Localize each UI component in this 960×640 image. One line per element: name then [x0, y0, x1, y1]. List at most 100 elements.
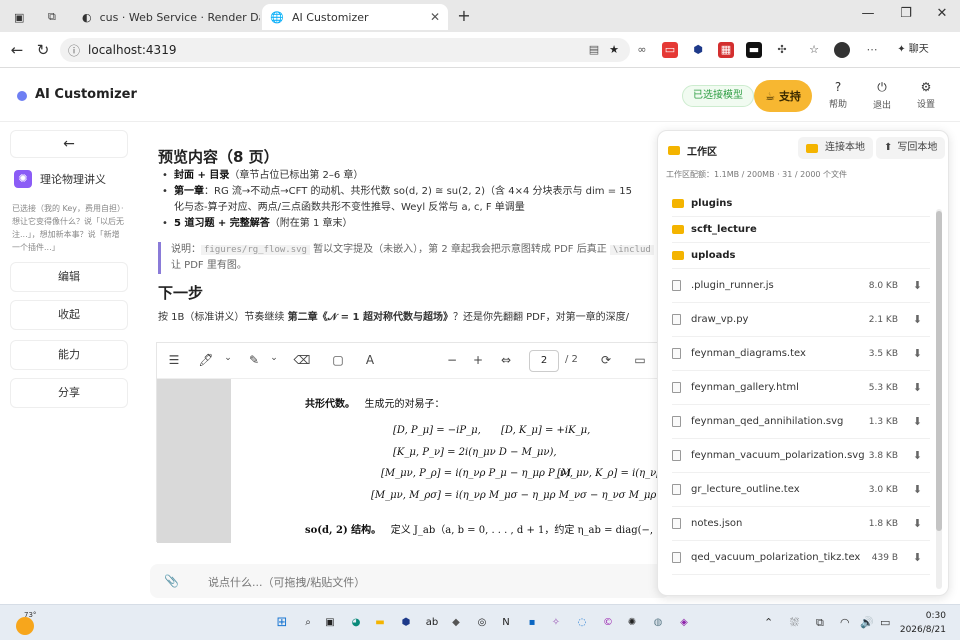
folder-item[interactable]: scft_lecture [672, 217, 930, 243]
maximize-button[interactable]: ❐ [894, 6, 918, 26]
address-bar[interactable]: ⓘ localhost:4319 [60, 38, 630, 62]
download-icon[interactable]: ⬇ [913, 483, 922, 496]
download-icon[interactable]: ⬇ [913, 551, 922, 564]
favorite-star-icon[interactable]: ★ [606, 42, 622, 58]
file-item[interactable]: gr_lecture_outline.tex 3.0 KB ⬇ [672, 473, 930, 507]
extensions-puzzle-icon[interactable]: ✣ [774, 42, 790, 58]
new-tab-button[interactable]: + [452, 6, 476, 26]
help-button[interactable]: ? 帮助 [820, 80, 856, 110]
tab-render-dashboard[interactable]: ◐ cus · Web Service · Render Dash [74, 4, 260, 30]
connect-local-button[interactable]: 连接本地 [798, 137, 873, 159]
system-clock[interactable]: 0:30 2026/8/21 [900, 609, 946, 637]
file-item[interactable]: .plugin_runner.js 8.0 KB ⬇ [672, 269, 930, 303]
page-view-icon[interactable]: ▭ [631, 353, 649, 367]
chevron-down-icon[interactable]: ⌄ [265, 353, 283, 363]
edit-button[interactable]: 编辑 [10, 262, 128, 292]
download-icon[interactable]: ⬇ [913, 381, 922, 394]
settings-button[interactable]: ⚙ 设置 [908, 80, 944, 110]
chevron-down-icon[interactable]: ⌄ [219, 353, 237, 363]
site-info-icon[interactable]: ⓘ [68, 42, 80, 59]
app-openai-icon[interactable]: ✺ [624, 615, 640, 631]
read-aloud-icon[interactable]: A [361, 353, 379, 367]
battery-icon[interactable]: ▭ [880, 616, 890, 629]
abilities-button[interactable]: 能力 [10, 340, 128, 370]
logout-button[interactable]: ⏻ 退出 [864, 80, 900, 111]
weather-widget[interactable]: 73° [16, 611, 36, 635]
extension-link-icon[interactable]: ∞ [634, 42, 650, 58]
close-tab-icon[interactable]: ✕ [430, 10, 440, 24]
eraser-icon[interactable]: ⌫ [293, 353, 311, 367]
download-icon[interactable]: ⬇ [913, 517, 922, 530]
refresh-button[interactable]: ↻ [32, 40, 54, 62]
folder-item[interactable]: plugins [672, 191, 930, 217]
file-item[interactable]: notes.json 1.8 KB ⬇ [672, 507, 930, 541]
highlight-icon[interactable]: 🖊 [197, 353, 215, 367]
edge-browser-icon[interactable]: ◕ [348, 615, 364, 631]
file-item[interactable]: feynman_gallery.html 5.3 KB ⬇ [672, 371, 930, 405]
task-view-icon[interactable]: ▣ [322, 615, 338, 631]
file-item[interactable]: feynman_qed_annihilation.svg 1.3 KB ⬇ [672, 405, 930, 439]
download-icon[interactable]: ⬇ [913, 313, 922, 326]
favorites-icon[interactable]: ☆ [806, 42, 822, 58]
fit-page-icon[interactable]: ⇔ [497, 353, 515, 367]
app-circle-icon[interactable]: ◎ [474, 615, 490, 631]
download-icon[interactable]: ⬇ [913, 347, 922, 360]
back-button[interactable]: ← [6, 40, 28, 62]
rotate-icon[interactable]: ⟳ [597, 353, 615, 367]
attach-icon[interactable]: 📎 [164, 574, 179, 588]
app-vscode-icon[interactable]: ◆ [448, 615, 464, 631]
zoom-out-icon[interactable]: − [443, 353, 461, 367]
zoom-in-icon[interactable]: + [469, 353, 487, 367]
extension-dark-icon[interactable]: ▬ [746, 42, 762, 58]
extension-red-icon[interactable]: ▭ [662, 42, 678, 58]
close-window-button[interactable]: ✕ [930, 6, 954, 26]
project-row[interactable]: ✺ 理论物理讲义 [14, 170, 106, 188]
app-blue-icon[interactable]: ▪ [524, 615, 540, 631]
windows-start-icon[interactable]: ⊞ [274, 615, 290, 631]
model-status-badge[interactable]: 已选接模型 [682, 85, 754, 107]
tab-actions[interactable]: ▣ [6, 4, 32, 30]
minimize-button[interactable]: — [856, 6, 880, 26]
contents-icon[interactable]: ☰ [165, 353, 183, 367]
download-icon[interactable]: ⬇ [913, 279, 922, 292]
extension-hex-icon[interactable]: ⬢ [690, 42, 706, 58]
tray-app-icon[interactable]: ⛆ [790, 616, 799, 630]
app-ring-icon[interactable]: ◌ [574, 615, 590, 631]
draw-icon[interactable]: ✎ [245, 353, 263, 367]
collapse-button[interactable]: 收起 [10, 300, 128, 330]
profile-avatar[interactable] [834, 42, 850, 58]
support-button[interactable]: ☕ 支持 [754, 80, 812, 112]
text-box-icon[interactable]: ▢ [329, 353, 347, 367]
chevron-up-icon[interactable]: ⌃ [764, 616, 773, 629]
extension-grid-icon[interactable]: ▦ [718, 42, 734, 58]
wifi-icon[interactable]: ◠ [840, 616, 850, 629]
app-gray-icon[interactable]: ◍ [650, 615, 666, 631]
file-item[interactable]: feynman_vacuum_polarization.svg 3.8 KB ⬇ [672, 439, 930, 473]
write-back-button[interactable]: ⬆ 写回本地 [876, 137, 946, 159]
file-item[interactable]: qed_vacuum_polarization_tikz.tex 439 B ⬇ [672, 541, 930, 575]
download-icon[interactable]: ⬇ [913, 415, 922, 428]
app-c-icon[interactable]: © [600, 615, 616, 631]
page-number-input[interactable]: 2 [529, 350, 559, 372]
file-explorer-icon[interactable]: ▬ [372, 615, 388, 631]
volume-icon[interactable]: 🔊 [860, 616, 874, 629]
search-icon[interactable]: ⌕ [300, 615, 316, 631]
tray-icon[interactable]: ⧉ [816, 616, 824, 630]
download-icon[interactable]: ⬇ [913, 449, 922, 462]
app-purple-icon[interactable]: ✧ [548, 615, 564, 631]
notion-icon[interactable]: N [498, 615, 514, 631]
message-composer[interactable]: 📎 说点什么...（可拖拽/粘贴文件） [150, 564, 670, 598]
tab-ai-customizer[interactable]: 🌐 AI Customizer ✕ [262, 4, 448, 30]
folder-item[interactable]: uploads [672, 243, 930, 269]
reader-mode-icon[interactable]: ▤ [586, 42, 602, 58]
file-item[interactable]: feynman_diagrams.tex 3.5 KB ⬇ [672, 337, 930, 371]
more-menu-icon[interactable]: ⋯ [864, 42, 880, 58]
file-list-scroll-thumb[interactable] [936, 211, 942, 531]
file-item[interactable]: draw_vp.py 2.1 KB ⬇ [672, 303, 930, 337]
app-hex-icon[interactable]: ⬢ [398, 615, 414, 631]
app-ab-icon[interactable]: ab [424, 615, 440, 631]
sidebar-back-button[interactable]: ← [10, 130, 128, 158]
tab-collections[interactable]: ⧉ [40, 4, 70, 30]
app-shield-icon[interactable]: ◈ [676, 615, 692, 631]
copilot-chat-button[interactable]: ✦ 聊天 [890, 42, 936, 58]
